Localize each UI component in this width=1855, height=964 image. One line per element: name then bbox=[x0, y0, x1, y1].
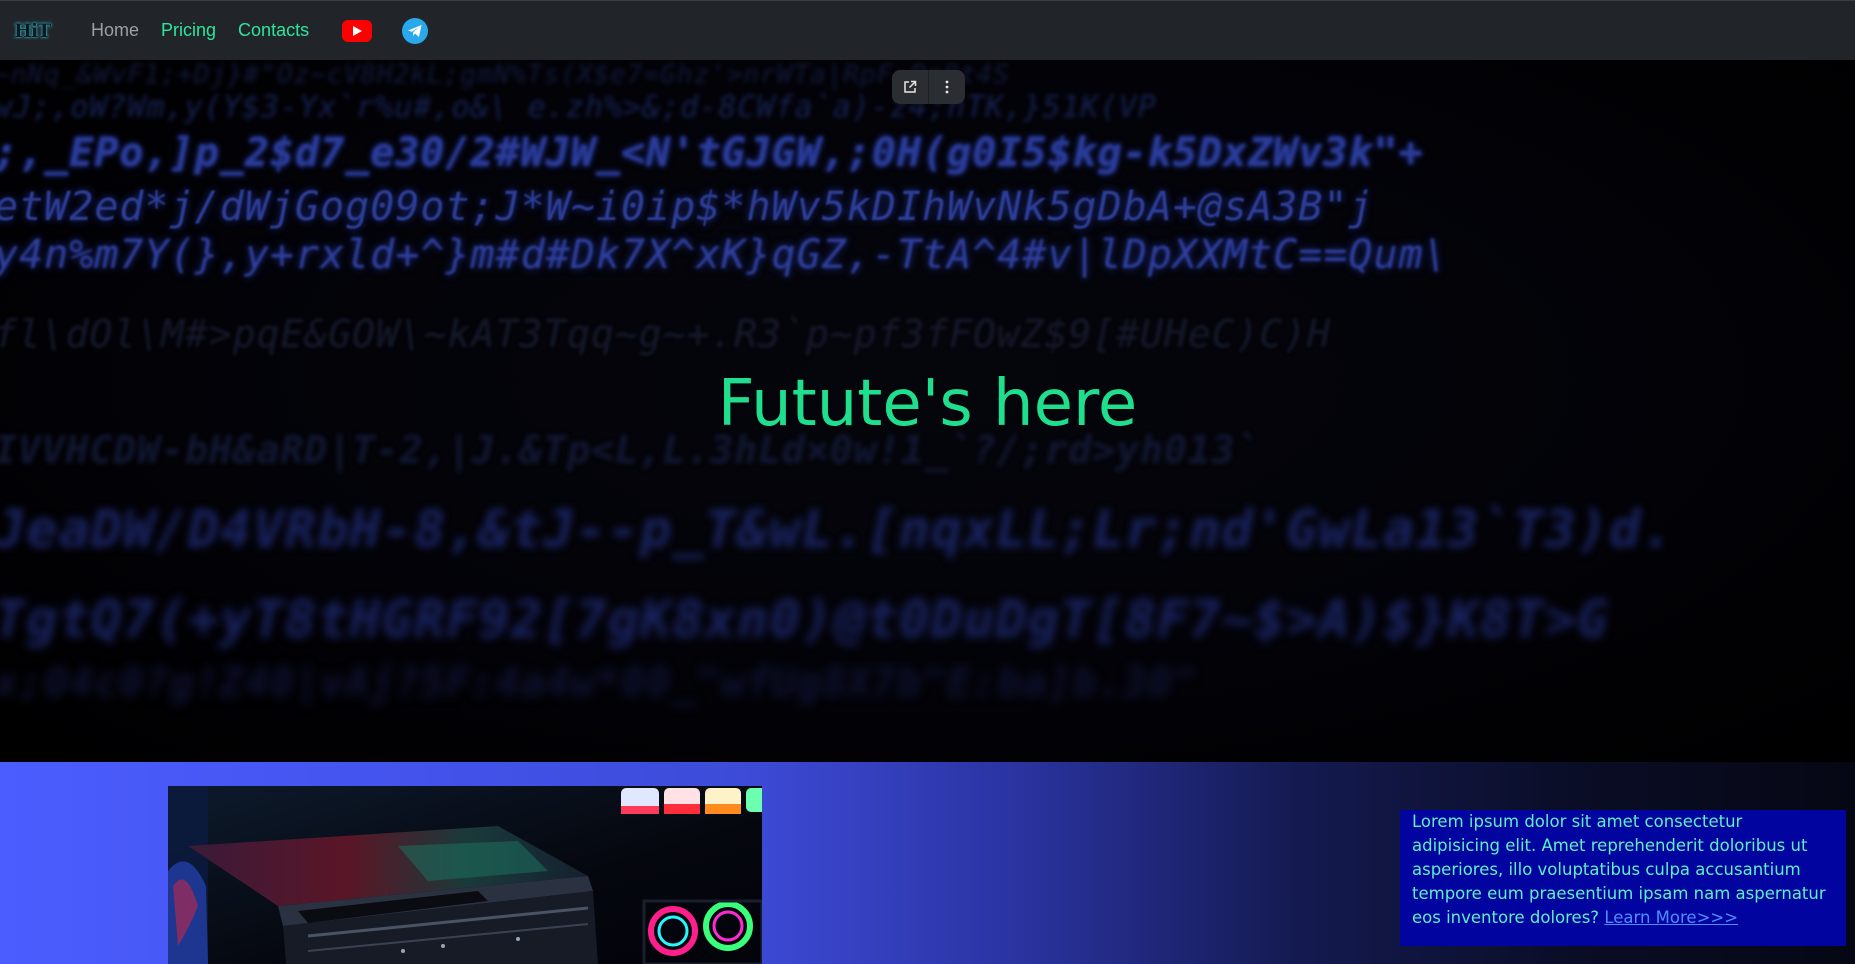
more-vertical-icon[interactable] bbox=[929, 70, 965, 104]
telegram-icon[interactable] bbox=[402, 17, 429, 44]
paper-plane-icon bbox=[408, 24, 422, 37]
learn-more-link[interactable]: Learn More>>> bbox=[1604, 908, 1738, 927]
hero-section: ~nNq_&WvF1;+Dj}#"Oz~cV8H2kL;gmN%Ts(X$e7=… bbox=[0, 60, 1855, 762]
code-background-line: x;04c0?g!Z40|vAj?5F:4a4w*00_"wfUg8X7b"E:… bbox=[0, 660, 1198, 706]
site-logo[interactable]: HiT bbox=[14, 18, 54, 44]
nav-link-contacts[interactable]: Contacts bbox=[238, 20, 309, 41]
hardware-photo bbox=[168, 786, 762, 964]
code-background-line: wJ;,oW?Wm,y(Y$3-Yx`r%u#,o&\ e.zh%>&;d-8C… bbox=[0, 90, 1157, 125]
code-background-line: y4n%m7Y(},y+rxld+^}m#d#Dk7X^xK}qGZ,-TtA^… bbox=[0, 232, 1449, 278]
youtube-icon[interactable] bbox=[342, 19, 373, 42]
code-background-line: ~nNq_&WvF1;+Dj}#"Oz~cV8H2kL;gmN%Ts(X$e7=… bbox=[0, 60, 1010, 90]
code-background-line: JeaDW/D4VRbH-8,&tJ--p_T&wL.[nqxLL;Lr;nd'… bbox=[0, 500, 1674, 560]
nav-link-home[interactable]: Home bbox=[91, 20, 139, 41]
hero-title: Futute's here bbox=[717, 367, 1138, 441]
info-card: Lorem ipsum dolor sit amet consectetur a… bbox=[1400, 810, 1846, 946]
code-background-line: TgtQ7(+yT8tHGRF92[7gK8xn0)@t0DuDgT[8F7~$… bbox=[0, 590, 1610, 650]
play-icon bbox=[353, 25, 363, 36]
code-background-line: ;,_EPo,]p_2$d7_e30/2#WJW_<N'tGJGW,;0H(g0… bbox=[0, 130, 1424, 176]
code-background-line: fl\dOl\M#>pqE&GOW\~kAT3Tqq~g~+.R3`p~pf3f… bbox=[0, 312, 1332, 356]
navbar: HiT Home Pricing Contacts bbox=[0, 0, 1855, 60]
image-toolbar bbox=[892, 70, 965, 104]
nav-link-pricing[interactable]: Pricing bbox=[161, 20, 216, 41]
code-background-line: etW2ed*j/dWjGog09ot;J*W~i0ip$*hWv5kDIhWv… bbox=[0, 184, 1374, 230]
open-external-icon[interactable] bbox=[892, 70, 928, 104]
